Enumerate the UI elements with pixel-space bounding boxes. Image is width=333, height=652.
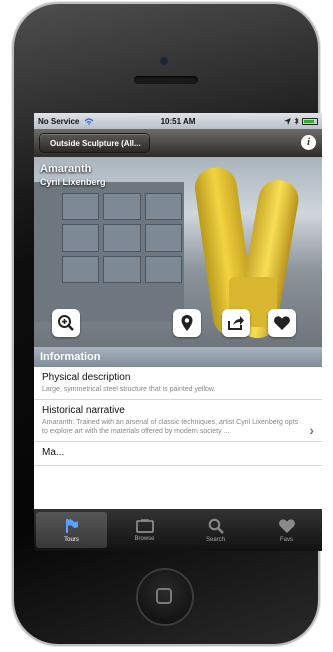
building-windows [62,193,182,283]
heart-icon [278,518,295,533]
front-camera [159,56,169,66]
tab-label: Favs [279,536,293,543]
status-time: 10:51 AM [160,116,196,126]
tab-bar: Tours Browse Search Favs [34,509,322,551]
heart-icon [274,316,290,330]
tab-label: Browse [134,535,155,542]
tab-label: Tours [64,536,79,543]
partial-row[interactable]: Ma... [34,442,322,466]
map-button[interactable] [173,309,201,337]
home-button[interactable] [138,570,192,624]
tab-tours[interactable]: Tours [36,512,107,548]
row-description: Large, symmetrical steel structure that … [42,386,216,393]
artwork-photo: Amaranth Cyril Lixenberg [34,157,322,347]
information-section-header: Information [34,347,322,367]
row-title: Historical narrative [42,405,125,416]
earpiece-speaker [134,76,198,84]
info-button[interactable]: i [301,135,316,150]
home-button-square-icon [156,588,172,604]
zoom-button[interactable] [52,309,80,337]
back-button[interactable]: Outside Sculpture (All... [40,134,149,152]
app-screen: No Service 10:51 AM Outside Sculpture (A… [34,113,322,551]
map-pin-icon [181,315,193,331]
chevron-right-icon: › [309,422,314,438]
search-icon [208,518,224,534]
battery-icon [302,117,318,125]
status-bar: No Service 10:51 AM [34,113,322,129]
row-title: Physical description [42,372,131,383]
row-description: Amaranth: Trained with an arsenal of cla… [42,419,299,435]
tab-browse[interactable]: Browse [109,509,180,551]
share-button[interactable] [222,309,250,337]
artwork-title: Amaranth [40,163,92,175]
physical-description-row[interactable]: Physical description Large, symmetrical … [34,367,322,400]
favorite-button[interactable] [268,309,296,337]
zoom-in-icon [58,315,74,331]
share-icon [228,316,244,330]
historical-narrative-row[interactable]: Historical narrative Amaranth: Trained w… [34,400,322,442]
tab-label: Search [205,536,225,543]
artist-name: Cyril Lixenberg [40,177,106,187]
row-title: Ma... [42,447,65,458]
tab-favs[interactable]: Favs [251,509,322,551]
browse-icon [135,518,154,533]
navigation-bar: Outside Sculpture (All... i [34,129,322,157]
flag-icon [65,518,78,533]
tab-search[interactable]: Search [180,509,251,551]
